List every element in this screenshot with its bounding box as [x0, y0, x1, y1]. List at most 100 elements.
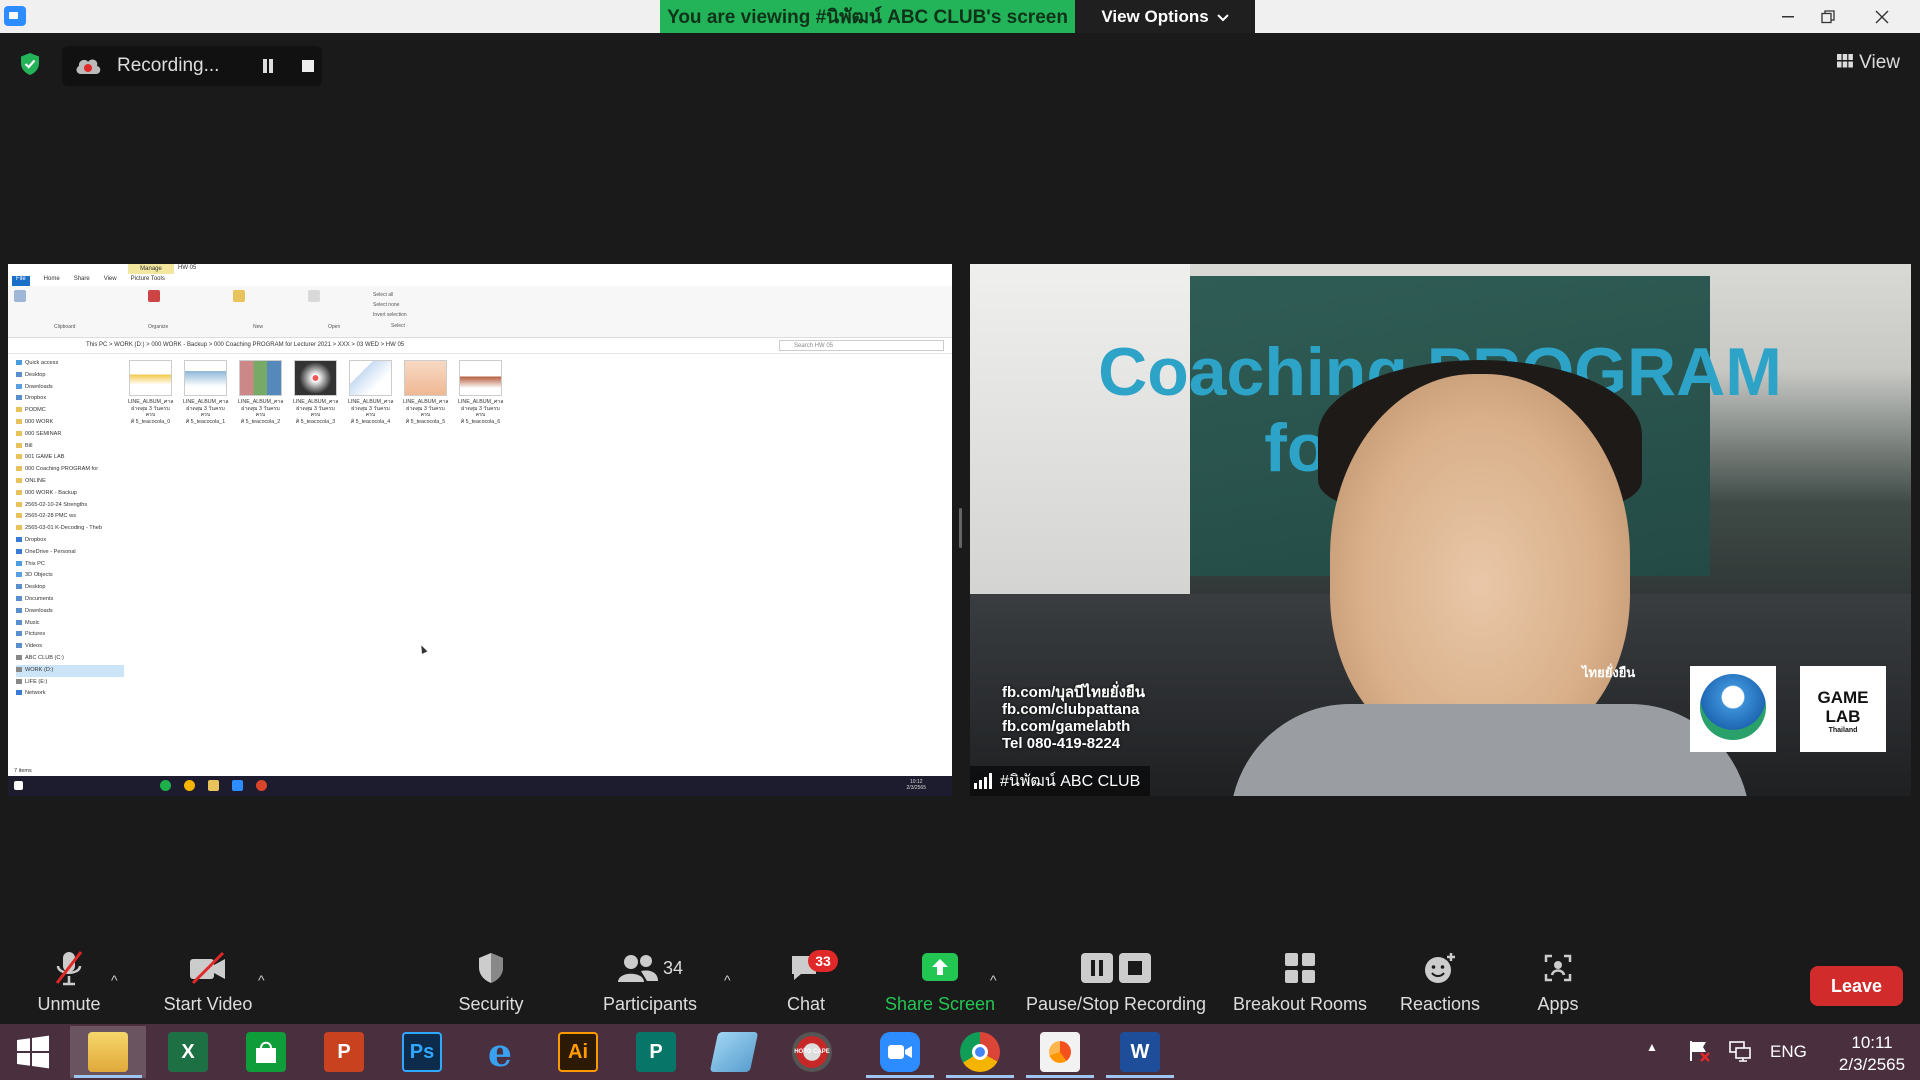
- participants-options-caret[interactable]: ^: [724, 972, 731, 988]
- nav-pane-item[interactable]: 2565-02-10-24 Strengths: [16, 500, 124, 512]
- file-item[interactable]: LINE_ALBUM_ศาล ฝาดสุม 3 วันครบ ครบ ศิ 5_te…: [348, 360, 394, 425]
- taskbar-notepad[interactable]: [696, 1026, 772, 1078]
- nav-pane-item[interactable]: Videos: [16, 641, 124, 653]
- taskbar-zoom[interactable]: [862, 1026, 938, 1078]
- folder-icon: [16, 536, 22, 542]
- participants-button[interactable]: 34 Participants: [595, 942, 705, 1024]
- taskbar-office[interactable]: [1022, 1026, 1098, 1078]
- nav-pane-item[interactable]: 3D Objects: [16, 570, 124, 582]
- windows-start-button[interactable]: [0, 1026, 66, 1078]
- pause-stop-icon: [1025, 942, 1207, 994]
- nav-pane-item[interactable]: OneDrive - Personal: [16, 547, 124, 559]
- ribbon-group-new: New: [233, 290, 263, 330]
- taskbar-microsoft-store[interactable]: [228, 1026, 304, 1078]
- view-layout-button[interactable]: View: [1837, 52, 1900, 74]
- action-flag-icon[interactable]: [1688, 1040, 1712, 1067]
- file-item[interactable]: LINE_ALBUM_ศาล ฝาดสุม 3 วันครบ ครบ ศิ 5_te…: [183, 360, 229, 425]
- file-item[interactable]: LINE_ALBUM_ศาล ฝาดสุม 3 วันครบ ครบ ศิ 5_te…: [238, 360, 284, 425]
- nav-pane-item[interactable]: Desktop: [16, 370, 124, 382]
- share-screen-button[interactable]: Share Screen: [884, 942, 996, 1024]
- taskbar-internet-explorer[interactable]: e: [462, 1026, 538, 1078]
- share-options-caret[interactable]: ^: [990, 972, 997, 988]
- breakout-rooms-button[interactable]: Breakout Rooms: [1230, 942, 1370, 1024]
- nav-pane-item[interactable]: Downloads: [16, 382, 124, 394]
- nav-pane-item[interactable]: Dropbox: [16, 393, 124, 405]
- taskbar-powerpoint[interactable]: P: [306, 1026, 382, 1078]
- file-item[interactable]: LINE_ALBUM_ศาล ฝาดสุม 3 วันครบ ครบ ศิ 5_te…: [458, 360, 504, 425]
- speaker-body: [1230, 704, 1750, 796]
- close-button[interactable]: [1860, 0, 1904, 33]
- nav-pane-item-label: ONLINE: [25, 477, 46, 484]
- encryption-shield-icon[interactable]: [19, 52, 41, 76]
- pause-recording-button[interactable]: [260, 58, 276, 74]
- ribbon-tab-file: File: [12, 276, 30, 286]
- nav-pane-item[interactable]: Music: [16, 618, 124, 630]
- taskbar-word[interactable]: W: [1102, 1026, 1178, 1078]
- file-item[interactable]: LINE_ALBUM_ศาล ฝาดสุม 3 วันครบ ครบ ศิ 5_te…: [293, 360, 339, 425]
- shared-screen[interactable]: Manage HW 05 File Home Share View Pictur…: [8, 264, 952, 796]
- nav-pane-item[interactable]: Network: [16, 688, 124, 700]
- nav-pane-item[interactable]: ABC CLUB (C:): [16, 653, 124, 665]
- taskbar-publisher[interactable]: P: [618, 1026, 694, 1078]
- security-button[interactable]: Security: [445, 942, 537, 1024]
- file-item[interactable]: LINE_ALBUM_ศาล ฝาดสุม 3 วันครบ ครบ ศิ 5_te…: [403, 360, 449, 425]
- audio-options-caret[interactable]: ^: [111, 972, 118, 988]
- minimize-button[interactable]: [1768, 0, 1808, 33]
- language-indicator[interactable]: ENG: [1770, 1042, 1807, 1062]
- reactions-button[interactable]: Reactions: [1395, 942, 1485, 1024]
- gamelab-logo-text: GAME LAB: [1817, 688, 1869, 726]
- nav-pane-item[interactable]: Bill: [16, 441, 124, 453]
- folder-icon: [16, 501, 22, 507]
- taskbar-excel[interactable]: X: [150, 1026, 226, 1078]
- leave-button[interactable]: Leave: [1810, 966, 1903, 1006]
- nav-pane-item[interactable]: LIFE (E:): [16, 677, 124, 689]
- apps-button[interactable]: Apps: [1530, 942, 1586, 1024]
- nav-pane-item[interactable]: This PC: [16, 559, 124, 571]
- nav-pane-item[interactable]: Documents: [16, 594, 124, 606]
- nav-pane-item[interactable]: ONLINE: [16, 476, 124, 488]
- file-item[interactable]: LINE_ALBUM_ศาล ฝาดสุม 3 วันครบ ครบ ศิ 5_te…: [128, 360, 174, 425]
- taskbar-file-explorer[interactable]: [70, 1026, 146, 1078]
- nav-pane-item[interactable]: 000 SEMINAR: [16, 429, 124, 441]
- nav-pane-item[interactable]: 001 GAME LAB: [16, 452, 124, 464]
- nav-pane-item[interactable]: 2565-03-01 K-Decoding - Theb: [16, 523, 124, 535]
- folder-icon: [16, 360, 22, 366]
- security-label: Security: [458, 994, 524, 1014]
- nav-pane-item[interactable]: Desktop: [16, 582, 124, 594]
- taskbar-chrome[interactable]: [942, 1026, 1018, 1078]
- folder-icon: [16, 371, 22, 377]
- nav-pane-item[interactable]: PODMC: [16, 405, 124, 417]
- split-resize-handle[interactable]: [959, 508, 962, 548]
- nav-pane-item[interactable]: 2565-02-28 PMC ws: [16, 511, 124, 523]
- taskbar-illustrator[interactable]: Ai: [540, 1026, 616, 1078]
- video-options-caret[interactable]: ^: [258, 972, 265, 988]
- nav-pane-item[interactable]: Dropbox: [16, 535, 124, 547]
- reactions-label: Reactions: [1399, 994, 1481, 1014]
- nav-pane-item[interactable]: Downloads: [16, 606, 124, 618]
- folder-icon: [16, 678, 22, 684]
- speaker-video[interactable]: Coaching PROGRAM for rer fb.com/บุลบีไทย…: [970, 264, 1911, 796]
- ribbon-group-label: Organize: [148, 324, 169, 330]
- stop-recording-button[interactable]: [302, 60, 314, 72]
- taskbar-photoshop[interactable]: Ps: [384, 1026, 460, 1078]
- participants-label: Participants: [602, 994, 698, 1014]
- tray-overflow-icon[interactable]: ▲: [1646, 1040, 1658, 1054]
- unmute-button[interactable]: Unmute: [24, 942, 114, 1024]
- pause-stop-recording-button[interactable]: Pause/Stop Recording: [1025, 942, 1207, 1024]
- network-icon[interactable]: [1728, 1040, 1752, 1067]
- folder-icon: [16, 654, 22, 660]
- nav-pane-item[interactable]: WORK (D:): [16, 664, 124, 677]
- taskbar-hotocape[interactable]: HOTO CAPE: [774, 1026, 850, 1078]
- view-options-button[interactable]: View Options: [1075, 0, 1255, 33]
- nav-pane-item[interactable]: Quick access: [16, 358, 124, 370]
- folder-icon: [16, 584, 22, 590]
- nav-pane-item[interactable]: 000 WORK - Backup: [16, 488, 124, 500]
- restore-button[interactable]: [1808, 0, 1848, 33]
- system-clock[interactable]: 10:11 2/3/2565: [1832, 1032, 1912, 1076]
- chat-button[interactable]: 33 Chat: [775, 942, 838, 1024]
- start-video-button[interactable]: Start Video: [155, 942, 261, 1024]
- internet-explorer-icon: e: [487, 1029, 513, 1075]
- nav-pane-item[interactable]: Pictures: [16, 629, 124, 641]
- nav-pane-item[interactable]: 000 Coaching PROGRAM for: [16, 464, 124, 476]
- nav-pane-item[interactable]: 000 WORK: [16, 417, 124, 429]
